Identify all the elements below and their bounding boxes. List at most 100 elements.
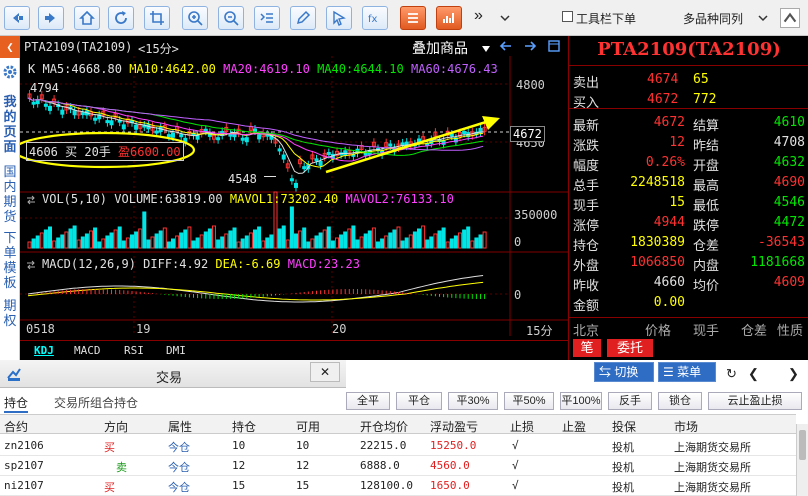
toolbar-order-checkbox[interactable] [562, 11, 573, 22]
table-scrollbar[interactable] [796, 424, 808, 496]
tab-kdj[interactable]: KDJ [34, 344, 54, 357]
volume-bar [134, 231, 139, 249]
col-attribute[interactable]: 属性 [168, 418, 192, 435]
nav-domestic-futures[interactable]: 国内期货 [2, 164, 18, 224]
volume-bar [421, 225, 426, 249]
multi-layout-select[interactable]: 多品种同列 [683, 10, 743, 27]
close-100-button[interactable]: 平100% [560, 392, 602, 410]
zoom-in-icon[interactable] [182, 6, 208, 30]
chevron-down-icon[interactable] [758, 12, 768, 22]
col-available[interactable]: 可用 [296, 418, 320, 435]
col-hedge[interactable]: 投保 [612, 418, 636, 435]
candle [60, 109, 65, 115]
lock-button[interactable]: 锁仓 [658, 392, 702, 410]
close-icon[interactable]: ✕ [310, 362, 340, 382]
macd-legend: MACD(12,26,9) DIFF:4.92 DEA:-6.69 MACD:2… [42, 257, 360, 271]
swap-icon[interactable] [26, 194, 36, 205]
list-icon[interactable] [400, 6, 426, 30]
tick-col-time: 北京 [573, 323, 600, 338]
col-stop-loss[interactable]: 止损 [510, 418, 534, 435]
volume-bar [302, 227, 307, 249]
chevron-right-icon[interactable]: ❯ [788, 366, 799, 382]
pen-icon[interactable] [290, 6, 316, 30]
close-30-button[interactable]: 平30% [448, 392, 498, 410]
col-take-profit[interactable]: 止盈 [562, 418, 586, 435]
cell-dir: 买 [104, 482, 115, 494]
col-float-pnl[interactable]: 浮动盈亏 [430, 418, 478, 435]
col-open-avg[interactable]: 开仓均价 [360, 418, 408, 435]
close-position-button[interactable]: 平仓 [396, 392, 442, 410]
quote-buy-row[interactable]: 买入 4672 772 [569, 89, 808, 111]
cloud-stop-button[interactable]: 云止盈止损 [708, 392, 802, 410]
candle [277, 148, 282, 152]
table-row[interactable]: ni2107 买 今仓 15 15 128100.0 1650.0 √ 投机 上海期货交易所 [0, 476, 796, 496]
cell-sl: √ [512, 439, 519, 452]
chevron-down-icon[interactable] [500, 12, 510, 22]
subtab-positions[interactable]: 持仓 [4, 394, 29, 413]
home-icon[interactable] [74, 6, 100, 30]
tab-ticks[interactable]: 笔 [573, 339, 601, 357]
close-50-button[interactable]: 平50% [504, 392, 554, 410]
volume-bar [404, 237, 409, 249]
col-market[interactable]: 市场 [674, 418, 698, 435]
cell-dir: 卖 [116, 462, 127, 474]
nav-my-page[interactable]: 我的页面 [2, 94, 18, 154]
kline-chart-panel[interactable]: PTA2109(TA2109) <15分> 叠加商品 K MA5:4668.80… [20, 36, 568, 360]
back-icon[interactable] [4, 6, 30, 30]
swap-icon[interactable] [26, 259, 36, 270]
cell-attr: 今仓 [168, 462, 190, 474]
col-hold[interactable]: 持仓 [232, 418, 256, 435]
zoom-out-icon[interactable] [218, 6, 244, 30]
crop-icon[interactable] [144, 6, 170, 30]
volume-bar [437, 230, 442, 249]
reverse-button[interactable]: 反手 [608, 392, 652, 410]
quote-stat-row: 金额 0.00 [569, 292, 808, 314]
menu-button[interactable]: ☰ 菜单 [658, 362, 716, 382]
volume-bar [248, 232, 253, 249]
tab-macd[interactable]: MACD [74, 344, 101, 357]
volume-bar [84, 233, 89, 249]
tab-rsi[interactable]: RSI [124, 344, 144, 357]
table-row[interactable]: zn2106 买 今仓 10 10 22215.0 15250.0 √ 投机 上海期货交易所 [0, 436, 796, 456]
collapse-icon[interactable]: ❮ [0, 36, 20, 58]
volume-bar [425, 239, 430, 249]
switch-button[interactable]: ⇆ 切换 [594, 362, 654, 382]
col-contract[interactable]: 合约 [4, 418, 28, 435]
nav-options[interactable]: 期权 [2, 298, 18, 328]
col-direction[interactable]: 方向 [104, 418, 128, 435]
gear-icon[interactable] [2, 64, 18, 80]
refresh-icon[interactable]: ↻ [726, 366, 737, 382]
bar-chart-icon[interactable] [436, 6, 462, 30]
fx-icon[interactable]: fx [362, 6, 388, 30]
period-short: 15分 [526, 324, 553, 338]
time-label-0518: 0518 [26, 322, 55, 336]
quote-stat-label: 金额 [573, 299, 600, 314]
close-all-button[interactable]: 全平 [346, 392, 390, 410]
refresh-icon[interactable] [108, 6, 134, 30]
candle [314, 158, 319, 162]
candle [80, 112, 85, 116]
quote-stat-value: 4944 [653, 215, 685, 230]
low-label: 4548 [228, 172, 257, 186]
table-row[interactable]: sp2107 卖 今仓 12 12 6888.0 4560.0 √ 投机 上海期货交易所 [0, 456, 796, 476]
candle [294, 182, 298, 188]
volume-bar [97, 241, 102, 249]
position-label[interactable]: 4606 买 20手 盈6600.00 [26, 142, 184, 161]
volume-bar [232, 227, 237, 249]
formula-icon[interactable] [254, 6, 280, 30]
subtab-combo-positions[interactable]: 交易所组合持仓 [54, 394, 138, 411]
tab-orders[interactable]: 委托 [607, 339, 653, 357]
tab-dmi[interactable]: DMI [166, 344, 186, 357]
quote-sell-row[interactable]: 卖出 4674 65 [569, 69, 808, 91]
chevron-left-icon[interactable]: ❮ [748, 366, 759, 382]
more-chevron-icon[interactable]: » [474, 7, 483, 25]
macd-tick-zero: 0 [514, 288, 522, 302]
forward-icon[interactable] [38, 6, 64, 30]
pointer-icon[interactable] [326, 6, 352, 30]
scroll-up-icon[interactable] [780, 8, 800, 28]
volume-label: VOLUME:63819.00 [114, 192, 223, 206]
candle [449, 133, 454, 137]
ma5-line [27, 97, 484, 174]
volume-bar [265, 237, 270, 249]
nav-order-template[interactable]: 下单模板 [2, 230, 18, 290]
